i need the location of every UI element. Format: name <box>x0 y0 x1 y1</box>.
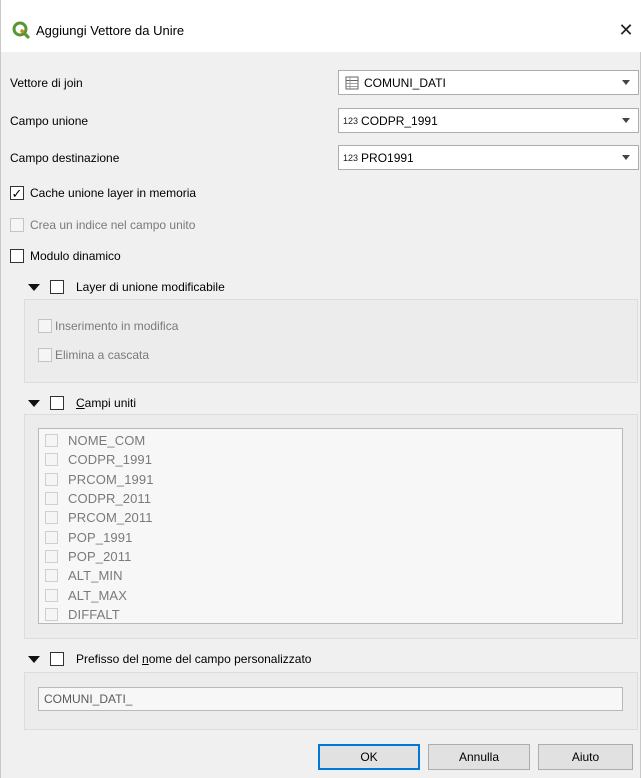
joined-field-checkbox <box>45 434 58 448</box>
upsert-option: Inserimento in modifica <box>38 319 178 333</box>
joined-field-item: POP_1991 <box>45 527 622 546</box>
editable-group-box <box>24 299 638 383</box>
chevron-down-icon <box>622 155 630 160</box>
joined-fields-list: NOME_COM CODPR_1991 PRCOM_1991 CODPR_2011 PR… <box>38 428 623 624</box>
integer-type-icon: 123 <box>343 152 359 163</box>
target-field-value: PRO1991 <box>361 150 414 165</box>
join-dialog: Aggiungi Vettore da Unire ✕ Vettore di j… <box>0 0 641 778</box>
ok-button[interactable]: OK <box>318 744 420 770</box>
joined-field-checkbox <box>45 472 58 486</box>
cancel-button[interactable]: Annulla <box>428 744 530 770</box>
joined-field-item: ALT_MIN <box>45 566 622 585</box>
join-field-label: Campo unione <box>10 114 89 128</box>
table-layer-icon <box>345 76 361 90</box>
chevron-down-icon <box>622 118 630 123</box>
target-field-combo[interactable]: 123 PRO1991 <box>338 145 639 170</box>
joined-field-label: PRCOM_1991 <box>68 471 154 487</box>
joined-field-item: CODPR_2011 <box>45 489 622 508</box>
window-top-strip <box>1 0 641 8</box>
joined-field-checkbox <box>45 453 58 467</box>
prefix-input: COMUNI_DATI_ <box>38 687 623 711</box>
joined-fields-checkbox[interactable] <box>50 396 64 410</box>
joined-field-label: ALT_MAX <box>68 587 127 603</box>
cache-join-option[interactable]: ✓ Cache unione layer in memoria <box>10 186 196 200</box>
upsert-label: Inserimento in modifica <box>55 319 179 333</box>
joined-field-item: PRCOM_2011 <box>45 508 622 527</box>
joined-field-label: DIFFALT <box>68 606 120 622</box>
joined-fields-header[interactable]: Campi uniti <box>28 396 136 410</box>
cache-join-label: Cache unione layer in memoria <box>30 186 197 200</box>
target-field-label: Campo destinazione <box>10 151 120 165</box>
joined-field-checkbox <box>45 569 58 583</box>
editable-group-title: Layer di unione modificabile <box>76 280 225 294</box>
prefix-group-header[interactable]: Prefisso del nome del campo personalizza… <box>28 652 311 666</box>
join-layer-label: Vettore di join <box>10 76 83 90</box>
joined-field-item: NOME_COM <box>45 431 622 450</box>
joined-field-label: POP_1991 <box>68 529 133 545</box>
dynamic-form-checkbox[interactable] <box>10 249 24 263</box>
joined-field-checkbox <box>45 549 58 563</box>
joined-field-label: CODPR_2011 <box>68 491 152 507</box>
dynamic-form-label: Modulo dinamico <box>30 249 121 263</box>
collapse-triangle-icon[interactable] <box>28 655 40 663</box>
joined-field-checkbox <box>45 492 58 506</box>
joined-field-item: CODPR_1991 <box>45 450 622 469</box>
joined-field-label: PRCOM_2011 <box>68 510 153 526</box>
cascade-delete-checkbox <box>38 348 52 362</box>
editable-group-checkbox[interactable] <box>50 280 64 294</box>
joined-fields-title: Campi uniti <box>76 396 137 410</box>
close-icon[interactable]: ✕ <box>616 20 636 40</box>
joined-field-checkbox <box>45 511 58 525</box>
joined-field-label: NOME_COM <box>68 433 146 449</box>
create-index-option: Crea un indice nel campo unito <box>10 218 195 232</box>
cascade-delete-label: Elimina a cascata <box>55 348 150 362</box>
chevron-down-icon <box>622 80 630 85</box>
join-field-value: CODPR_1991 <box>361 113 438 128</box>
qgis-logo-icon <box>12 21 30 39</box>
joined-field-checkbox <box>45 588 58 602</box>
joined-field-label: CODPR_1991 <box>68 452 153 468</box>
joined-field-checkbox <box>45 530 58 544</box>
join-layer-value: COMUNI_DATI <box>364 75 446 90</box>
prefix-group-title: Prefisso del nome del campo personalizza… <box>76 652 312 666</box>
joined-field-checkbox <box>45 607 58 621</box>
joined-field-item: ALT_MAX <box>45 585 622 604</box>
dynamic-form-option[interactable]: Modulo dinamico <box>10 249 121 263</box>
joined-field-item: DIFFALT <box>45 605 622 624</box>
cascade-delete-option: Elimina a cascata <box>38 348 149 362</box>
joined-field-item: PRCOM_1991 <box>45 470 622 489</box>
joined-field-item: POP_2011 <box>45 547 622 566</box>
integer-type-icon: 123 <box>343 115 359 126</box>
title-bar: Aggiungi Vettore da Unire ✕ <box>1 8 641 52</box>
prefix-checkbox[interactable] <box>50 652 64 666</box>
create-index-label: Crea un indice nel campo unito <box>30 218 196 232</box>
join-field-combo[interactable]: 123 CODPR_1991 <box>338 108 639 133</box>
upsert-checkbox <box>38 319 52 333</box>
joined-field-label: POP_2011 <box>68 548 132 564</box>
collapse-triangle-icon[interactable] <box>28 399 40 407</box>
window-title: Aggiungi Vettore da Unire <box>36 22 185 38</box>
editable-group-header[interactable]: Layer di unione modificabile <box>28 280 225 294</box>
joined-field-label: ALT_MIN <box>68 568 123 584</box>
help-button[interactable]: Aiuto <box>538 744 633 770</box>
create-index-checkbox <box>10 218 24 232</box>
collapse-triangle-icon[interactable] <box>28 283 40 291</box>
cache-join-checkbox[interactable]: ✓ <box>10 186 24 200</box>
join-layer-combo[interactable]: COMUNI_DATI <box>338 70 639 95</box>
